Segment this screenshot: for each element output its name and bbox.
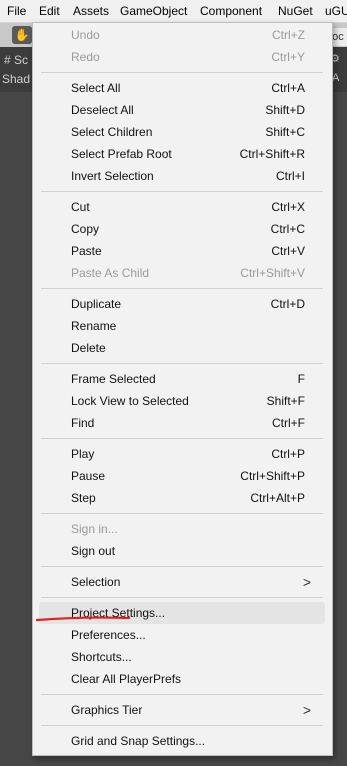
menu-item-sign-out[interactable]: Sign out <box>39 540 325 562</box>
menu-item-select-prefab-root[interactable]: Select Prefab Root Ctrl+Shift+R <box>39 143 325 165</box>
menu-separator <box>41 191 323 192</box>
menu-component[interactable]: Component <box>200 0 262 22</box>
menu-item-label: Clear All PlayerPrefs <box>71 672 182 686</box>
menu-item-shortcut: Ctrl+Z <box>272 28 305 42</box>
menu-item-label: Paste As Child <box>71 266 150 280</box>
menu-item-step[interactable]: Step Ctrl+Alt+P <box>39 487 325 509</box>
menu-item-label: Find <box>71 416 95 430</box>
edit-dropdown-menu: Undo Ctrl+Z Redo Ctrl+Y Select All Ctrl+… <box>32 22 333 756</box>
menu-item-shortcut: Ctrl+P <box>271 447 305 461</box>
menu-separator <box>41 363 323 364</box>
menu-item-label: Paste <box>71 244 102 258</box>
menu-item-label: Lock View to Selected <box>71 394 189 408</box>
menu-separator <box>41 566 323 567</box>
menu-item-label: Invert Selection <box>71 169 154 183</box>
menu-item-copy[interactable]: Copy Ctrl+C <box>39 218 325 240</box>
menu-item-find[interactable]: Find Ctrl+F <box>39 412 325 434</box>
menu-bar: File Edit Assets GameObject Component Nu… <box>0 0 347 23</box>
menu-ugui[interactable]: uGU <box>325 0 347 22</box>
menu-item-label: Step <box>71 491 96 505</box>
menu-separator <box>41 288 323 289</box>
menu-item-lock-view-to-selected[interactable]: Lock View to Selected Shift+F <box>39 390 325 412</box>
menu-item-label: Select Prefab Root <box>71 147 172 161</box>
menu-item-label: Cut <box>71 200 90 214</box>
menu-item-selection[interactable]: Selection > <box>39 571 325 593</box>
menu-item-shortcut: Ctrl+V <box>271 244 305 258</box>
menu-item-label: Sign out <box>71 544 116 558</box>
menu-nuget[interactable]: NuGet <box>278 0 313 22</box>
menu-item-shortcut: Ctrl+Shift+R <box>239 147 305 161</box>
menu-item-grid-and-snap-settings[interactable]: Grid and Snap Settings... <box>39 730 325 752</box>
menu-item-shortcut: Ctrl+Shift+V <box>240 266 305 280</box>
menu-separator <box>41 694 323 695</box>
menu-item-shortcut: Ctrl+C <box>270 222 305 236</box>
menu-item-shortcut: Shift+C <box>265 125 305 139</box>
menu-item-rename[interactable]: Rename <box>39 315 325 337</box>
menu-item-frame-selected[interactable]: Frame Selected F <box>39 368 325 390</box>
menu-item-deselect-all[interactable]: Deselect All Shift+D <box>39 99 325 121</box>
menu-item-shortcut: Ctrl+F <box>272 416 305 430</box>
menu-item-shortcut: Ctrl+Alt+P <box>250 491 305 505</box>
chevron-right-icon: > <box>302 574 311 590</box>
menu-item-sign-in[interactable]: Sign in... <box>39 518 325 540</box>
menu-item-paste-as-child[interactable]: Paste As Child Ctrl+Shift+V <box>39 262 325 284</box>
menu-item-shortcut: Shift+F <box>266 394 305 408</box>
menu-gameobject[interactable]: GameObject <box>120 0 187 22</box>
menu-item-shortcut: F <box>297 372 305 386</box>
menu-item-preferences[interactable]: Preferences... <box>39 624 325 646</box>
menu-item-invert-selection[interactable]: Invert Selection Ctrl+I <box>39 165 325 187</box>
menu-separator <box>41 513 323 514</box>
menu-item-label: Deselect All <box>71 103 134 117</box>
menu-item-select-children[interactable]: Select Children Shift+C <box>39 121 325 143</box>
menu-item-paste[interactable]: Paste Ctrl+V <box>39 240 325 262</box>
annotation-underline <box>36 616 130 622</box>
menu-item-label: Graphics Tier <box>71 703 143 717</box>
menu-item-shortcut: Ctrl+Y <box>271 50 305 64</box>
menu-item-label: Select Children <box>71 125 153 139</box>
menu-item-shortcut: Ctrl+X <box>271 200 305 214</box>
menu-item-label: Select All <box>71 81 121 95</box>
menu-item-label: Pause <box>71 469 106 483</box>
menu-item-label: Sign in... <box>71 522 118 536</box>
menu-separator <box>41 438 323 439</box>
menu-item-label: Rename <box>71 319 117 333</box>
menu-item-redo[interactable]: Redo Ctrl+Y <box>39 46 325 68</box>
menu-item-shortcut: Ctrl+D <box>270 297 305 311</box>
menu-item-pause[interactable]: Pause Ctrl+Shift+P <box>39 465 325 487</box>
menu-item-clear-all-playerprefs[interactable]: Clear All PlayerPrefs <box>39 668 325 690</box>
menu-item-label: Copy <box>71 222 100 236</box>
menu-item-duplicate[interactable]: Duplicate Ctrl+D <box>39 293 325 315</box>
menu-item-label: Preferences... <box>71 628 146 642</box>
right-panel-letter: A <box>332 72 340 84</box>
menu-item-shortcut: Ctrl+Shift+P <box>240 469 305 483</box>
hand-tool-icon[interactable]: ✋ <box>12 26 32 44</box>
menu-item-label: Redo <box>71 50 100 64</box>
menu-separator <box>41 725 323 726</box>
menu-item-play[interactable]: Play Ctrl+P <box>39 443 325 465</box>
menu-item-label: Frame Selected <box>71 372 156 386</box>
menu-item-shortcut: Shift+D <box>265 103 305 117</box>
shading-mode-label[interactable]: Shad <box>2 72 34 86</box>
menu-separator <box>41 72 323 73</box>
menu-edit[interactable]: Edit <box>39 0 60 22</box>
menu-item-label: Play <box>71 447 95 461</box>
menu-item-label: Selection <box>71 575 121 589</box>
menu-item-label: Grid and Snap Settings... <box>71 734 206 748</box>
menu-item-delete[interactable]: Delete <box>39 337 325 359</box>
menu-item-label: Delete <box>71 341 106 355</box>
menu-file[interactable]: File <box>7 0 26 22</box>
menu-assets[interactable]: Assets <box>73 0 109 22</box>
menu-item-shortcuts[interactable]: Shortcuts... <box>39 646 325 668</box>
menu-item-cut[interactable]: Cut Ctrl+X <box>39 196 325 218</box>
menu-item-label: Shortcuts... <box>71 650 132 664</box>
menu-item-label: Undo <box>71 28 100 42</box>
menu-item-graphics-tier[interactable]: Graphics Tier > <box>39 699 325 721</box>
menu-separator <box>41 597 323 598</box>
menu-item-shortcut: Ctrl+A <box>271 81 305 95</box>
menu-item-select-all[interactable]: Select All Ctrl+A <box>39 77 325 99</box>
menu-item-label: Duplicate <box>71 297 122 311</box>
menu-item-undo[interactable]: Undo Ctrl+Z <box>39 24 325 46</box>
chevron-right-icon: > <box>302 702 311 718</box>
menu-item-shortcut: Ctrl+I <box>275 169 305 183</box>
